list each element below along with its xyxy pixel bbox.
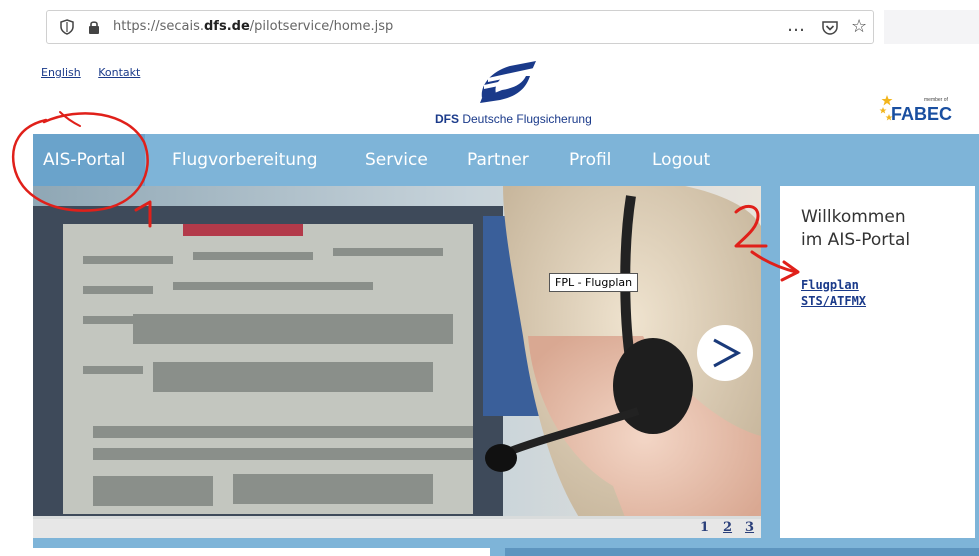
url-prefix: https://secais. [113, 19, 204, 34]
hero-carousel-image[interactable] [33, 186, 761, 538]
dfs-wordmark: DFS Deutsche Flugsicherung [435, 112, 592, 126]
dfs-logo [480, 61, 536, 103]
more-actions-icon[interactable]: … [787, 15, 806, 36]
welcome-title-line1: Willkommen [801, 207, 906, 227]
carousel-page-1[interactable]: 1 [700, 520, 709, 535]
hero-photo [33, 186, 761, 538]
sts-atfmx-link[interactable]: STS/ATFMX [801, 294, 866, 308]
welcome-title: Willkommen im AIS-Portal [801, 206, 971, 252]
url-text[interactable]: https://secais.dfs.de/pilotservice/home.… [113, 19, 393, 34]
url-domain: dfs.de [204, 19, 250, 34]
nav-flugvorbereitung[interactable]: Flugvorbereitung [172, 150, 318, 170]
fabec-logo: FABEC [891, 104, 953, 124]
carousel-page-3[interactable]: 3 [745, 520, 754, 535]
shield-icon[interactable] [59, 19, 75, 35]
nav-partner[interactable]: Partner [467, 150, 529, 170]
english-link[interactable]: English [41, 66, 81, 79]
address-bar[interactable]: https://secais.dfs.de/pilotservice/home.… [46, 10, 874, 44]
nav-profil[interactable]: Profil [569, 150, 611, 170]
lock-icon[interactable] [87, 19, 101, 35]
flugplan-link[interactable]: Flugplan [801, 278, 859, 292]
dfs-abbrev: DFS [435, 112, 459, 126]
toolbar-spacer [884, 10, 979, 44]
tooltip: FPL - Flugplan [549, 273, 639, 292]
dfs-name: Deutsche Flugsicherung [462, 112, 592, 126]
bookmark-star-icon[interactable]: ☆ [851, 16, 867, 37]
nav-ais-portal[interactable]: AIS-Portal [43, 150, 125, 170]
chevron-right-icon [713, 338, 742, 368]
pocket-icon[interactable] [821, 19, 839, 37]
welcome-title-line2: im AIS-Portal [801, 230, 911, 250]
fabec-member-label: member of [924, 97, 948, 103]
url-path: /pilotservice/home.jsp [249, 19, 394, 34]
carousel-page-2[interactable]: 2 [723, 520, 732, 535]
bottom-right-panel [505, 548, 979, 556]
top-links: English Kontakt [41, 66, 154, 79]
kontakt-link[interactable]: Kontakt [98, 66, 140, 79]
carousel-pagination-bar [33, 519, 761, 538]
annotation-circle-tail [59, 111, 81, 127]
nav-logout[interactable]: Logout [652, 150, 710, 170]
carousel-next-button[interactable] [697, 325, 753, 381]
nav-service[interactable]: Service [365, 150, 428, 170]
bottom-left-panel [33, 548, 490, 556]
